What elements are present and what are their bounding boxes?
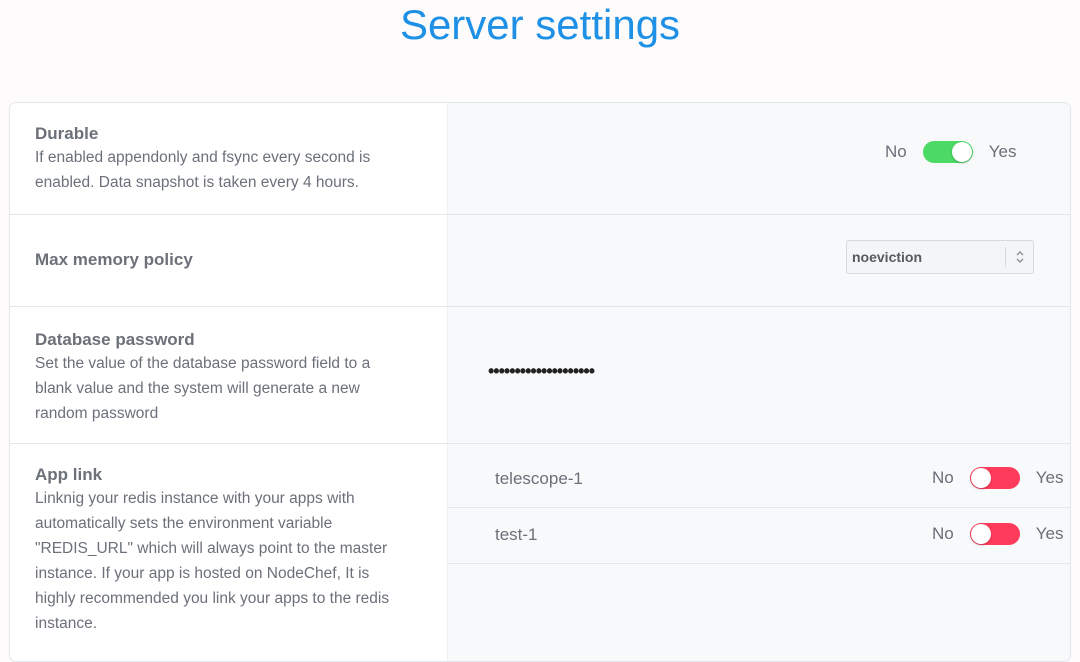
setting-title: Database password <box>35 330 195 349</box>
setting-description: Set the value of the database password f… <box>35 355 371 422</box>
toggle-no-label: No <box>932 468 954 487</box>
page-title: Server settings <box>399 1 681 48</box>
setting-description: Linknig your redis instance with your ap… <box>35 490 390 632</box>
app-link-toggle[interactable]: No Yes <box>932 523 1063 545</box>
app-link-toggle[interactable]: No Yes <box>932 467 1063 489</box>
app-name: test-1 <box>495 525 538 544</box>
toggle-yes-label: Yes <box>988 142 1017 161</box>
toggle-knob <box>970 524 991 544</box>
max-memory-policy-select[interactable]: noeviction <box>846 240 1034 274</box>
toggle-switch[interactable] <box>969 523 1020 545</box>
setting-row-database-password: Database password Set the value of the d… <box>10 307 1070 444</box>
chevron-up-down-icon <box>1005 247 1033 267</box>
setting-row-max-memory-policy: Max memory policy noeviction <box>10 215 1070 307</box>
durable-toggle[interactable]: No Yes <box>885 141 1016 163</box>
settings-card: Durable If enabled appendonly and fsync … <box>9 102 1071 662</box>
setting-title: Durable <box>35 124 99 143</box>
toggle-yes-label: Yes <box>1035 524 1064 543</box>
select-value: noeviction <box>852 249 923 265</box>
setting-title: App link <box>35 465 103 484</box>
setting-title: Max memory policy <box>35 250 193 269</box>
toggle-no-label: No <box>932 524 954 543</box>
setting-description: If enabled appendonly and fsync every se… <box>35 149 371 191</box>
toggle-no-label: No <box>885 142 907 161</box>
database-password-field[interactable]: •••••••••••••••••••• <box>488 361 595 382</box>
toggle-switch[interactable] <box>969 467 1020 489</box>
toggle-switch[interactable] <box>922 141 973 163</box>
setting-row-durable: Durable If enabled appendonly and fsync … <box>10 103 1070 215</box>
toggle-knob <box>951 142 972 162</box>
app-link-row: telescope-1 No Yes <box>448 452 1070 508</box>
app-link-row: test-1 No Yes <box>448 508 1070 564</box>
app-name: telescope-1 <box>495 469 583 488</box>
toggle-yes-label: Yes <box>1035 468 1064 487</box>
setting-row-app-link: App link Linknig your redis instance wit… <box>10 444 1070 661</box>
toggle-knob <box>970 468 991 488</box>
